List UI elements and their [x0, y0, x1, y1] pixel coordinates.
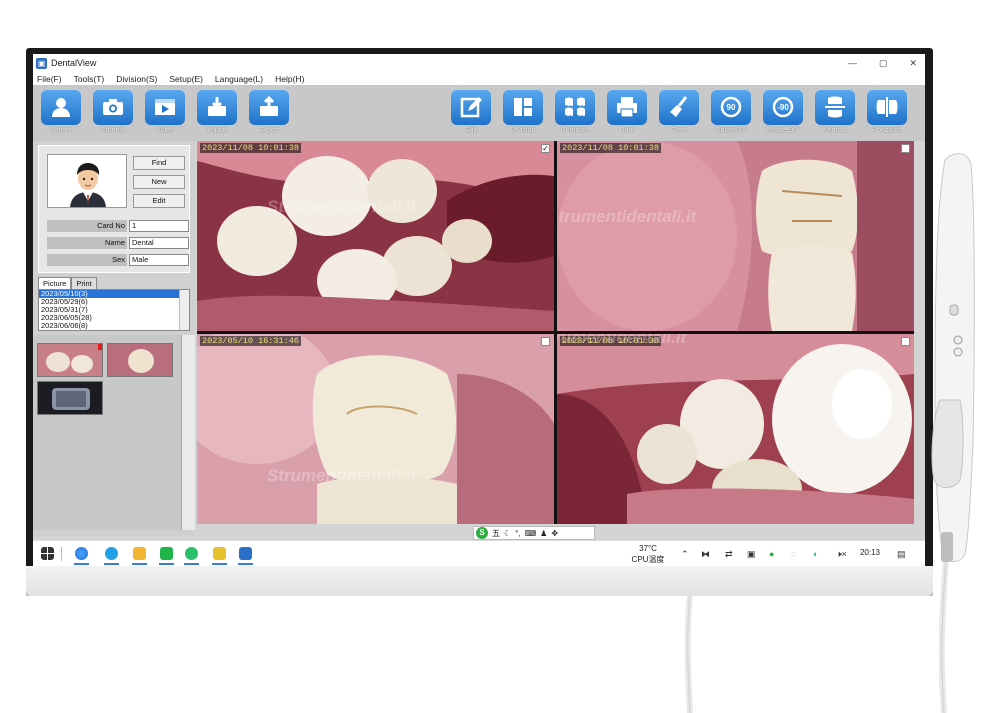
product-photo: ▣ DentalView — ▢ ✕ File(F) Tools(T) Divi… — [0, 0, 1000, 713]
intraoral-camera — [684, 153, 975, 713]
